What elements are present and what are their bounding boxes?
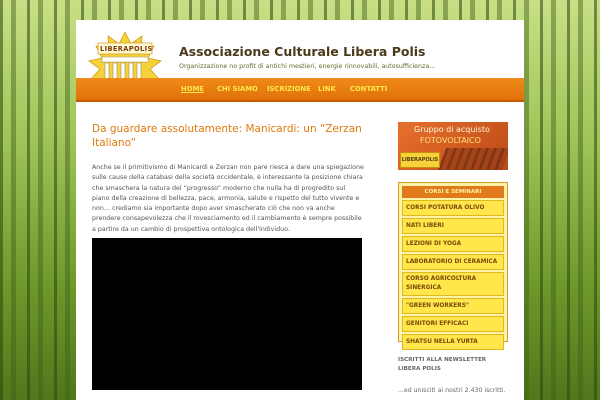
menu-item-shatsu-yurta[interactable]: SHATSU NELLA YURTA <box>402 334 504 350</box>
fotovoltaico-banner[interactable]: Gruppo di acquisto FOTOVOLTAICO LIBERAPO… <box>398 122 508 170</box>
nav-home[interactable]: HOME <box>181 85 204 93</box>
main-nav: HOME CHI SIAMO ISCRIZIONE LINK CONTATTI <box>76 78 524 102</box>
menu-item-genitori-efficaci[interactable]: GENITORI EFFICACI <box>402 316 504 332</box>
nav-iscrizione[interactable]: ISCRIZIONE <box>267 85 311 93</box>
banner-line-1: Gruppo di acquisto <box>414 125 490 134</box>
courses-menu: CORSI E SEMINARI CORSI POTATURA OLIVO NA… <box>398 182 508 350</box>
sidebar: Gruppo di acquisto FOTOVOLTAICO LIBERAPO… <box>398 122 508 394</box>
site-description: Organizzazione no profit di antichi mest… <box>179 63 436 70</box>
newsletter-text: ...ed unisciti ai nostri 2.430 iscritti. <box>398 387 506 394</box>
menu-item-agricoltura-sinergica[interactable]: CORSO AGRICOLTURA SINERGICA <box>402 272 504 296</box>
site-header: LIBERAPOLIS Associazione Culturale Liber… <box>76 20 524 102</box>
menu-item-ceramica[interactable]: LABORATORIO DI CERAMICA <box>402 254 504 270</box>
page-container: LIBERAPOLIS Associazione Culturale Liber… <box>76 20 524 400</box>
solar-roof-icon <box>437 148 508 170</box>
nav-chi-siamo[interactable]: CHI SIAMO <box>217 85 258 93</box>
newsletter-heading: ISCRITTI ALLA NEWSLETTER LIBERA POLIS <box>398 357 487 372</box>
main-content: Da guardare assolutamente: Manicardi: un… <box>92 122 364 235</box>
logo-text: LIBERAPOLIS <box>100 45 153 53</box>
menu-item-green-workers[interactable]: "GREEN WORKERS" <box>402 298 504 314</box>
menu-item-potatura-olivo[interactable]: CORSI POTATURA OLIVO <box>402 200 504 216</box>
courses-menu-heading: CORSI E SEMINARI <box>402 186 504 198</box>
nav-link[interactable]: LINK <box>318 85 336 93</box>
site-title[interactable]: Associazione Culturale Libera Polis <box>179 44 425 59</box>
menu-item-lezioni-yoga[interactable]: LEZIONI DI YOGA <box>402 236 504 252</box>
banner-logo: LIBERAPOLIS <box>400 152 440 168</box>
embedded-video-player[interactable] <box>92 238 362 390</box>
post-title[interactable]: Da guardare assolutamente: Manicardi: un… <box>92 122 364 150</box>
post-body: Anche se il primitivismo di Manicardi e … <box>92 164 364 233</box>
banner-line-2: FOTOVOLTAICO <box>420 136 481 145</box>
menu-item-nati-liberi[interactable]: NATI LIBERI <box>402 218 504 234</box>
nav-contatti[interactable]: CONTATTI <box>350 85 387 93</box>
